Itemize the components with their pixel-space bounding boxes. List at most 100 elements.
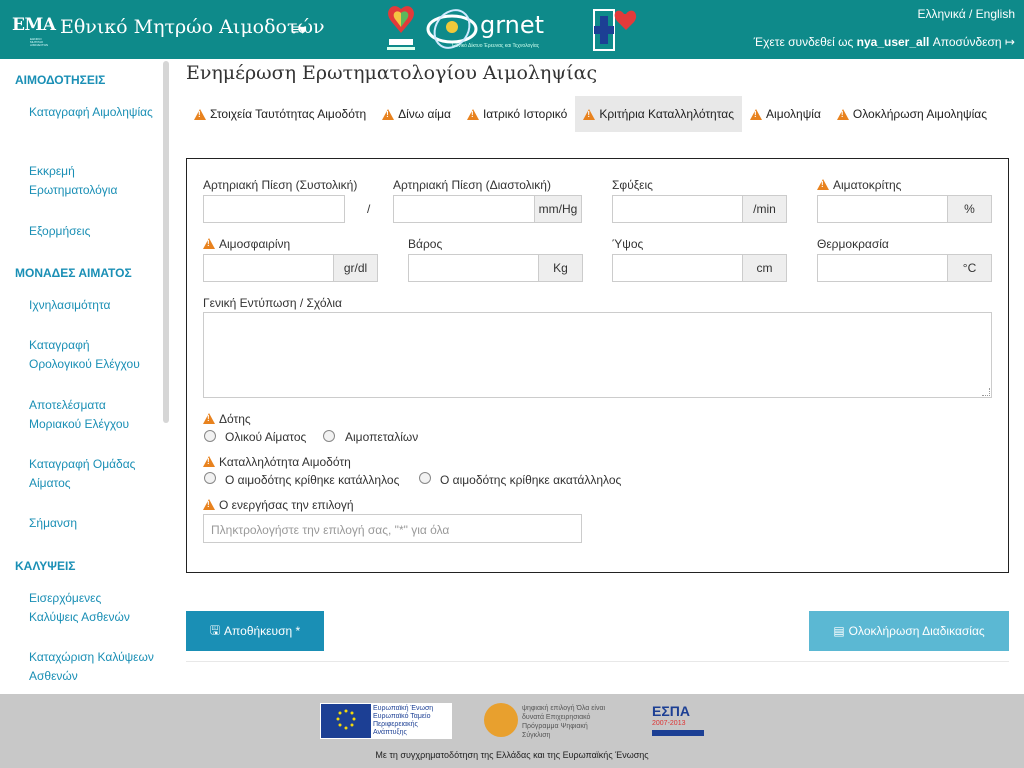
pulse-label: Σφύξεις [612,178,653,192]
tab-give-blood[interactable]: Δίνω αίμα [374,96,459,132]
eu-logo: Ευρωπαϊκή Ένωση Ευρωπαϊκό Ταμείο Περιφερ… [320,703,452,739]
complete-process-button[interactable]: ▤ Ολοκλήρωση Διαδικασίας [809,611,1009,651]
actor-select-input[interactable]: Πληκτρολογήστε την επιλογή σας, "*" για … [203,514,582,543]
username: nya_user_all [856,35,930,49]
digital-convergence-logo: ψηφιακή επιλογή Όλα είναι δυνατά Επιχειρ… [482,701,616,741]
menu-dropdown-icon[interactable]: ≡▾ [291,21,306,38]
warning-icon [750,108,763,120]
eu-text: Ευρωπαϊκή Ένωση Ευρωπαϊκό Ταμείο Περιφερ… [373,705,434,736]
comments-label: Γενική Εντύπωση / Σχόλια [203,296,342,310]
systolic-input[interactable] [203,195,345,223]
pulse-input[interactable] [612,195,743,223]
tab-label: Δίνω αίμα [398,107,451,121]
tab-eligibility-criteria[interactable]: Κριτήρια Καταλληλότητας [575,96,743,132]
donor-radio-platelets[interactable] [323,430,335,442]
page-title: Ενημέρωση Ερωτηματολογίου Αιμοληψίας [186,62,598,84]
logout-link[interactable]: Αποσύνδεση [933,35,1002,49]
donor-option-whole-blood[interactable]: Ολικού Αίματος [225,430,306,444]
hematocrit-label: Αιματοκρίτης [817,178,901,192]
ema-logo[interactable]: EMA ΕΘΝΙΚΟ ΜΗΤΡΩΟ ΑΙΜΟΔΟΤΩΝ [12,12,56,47]
warning-icon [203,238,215,249]
tab-blood-collection[interactable]: Αιμοληψία [742,96,829,132]
hemoglobin-label: Αιμοσφαιρίνη [203,237,290,251]
temperature-label: Θερμοκρασία [817,237,889,251]
divider [186,661,1009,662]
tab-donor-identity[interactable]: Στοιχεία Ταυτότητας Αιμοδότη [186,96,374,132]
eligibility-option-ineligible[interactable]: Ο αιμοδότης κρίθηκε ακατάλληλος [440,473,621,487]
tab-label: Αιμοληψία [766,107,821,121]
height-unit: cm [742,254,787,282]
comments-textarea[interactable] [203,312,992,398]
save-button-label: Αποθήκευση * [224,624,301,638]
sidebar-item-donation-record[interactable]: Καταγραφή Αιμοληψίας [29,103,154,122]
sidebar-item-pending-questionnaires[interactable]: Εκκρεμή Ερωτηματολόγια [29,162,154,200]
espa-bar [652,730,704,736]
tab-complete-collection[interactable]: Ολοκλήρωση Αιμοληψίας [829,96,995,132]
sidebar-item-labeling[interactable]: Σήμανση [29,514,154,533]
tab-label: Κριτήρια Καταλληλότητας [599,107,735,121]
warning-icon [382,108,395,120]
sidebar-item-campaigns[interactable]: Εξορμήσεις [29,222,154,241]
save-icon: 🖫 [209,622,221,637]
donor-radio-whole-blood[interactable] [204,430,216,442]
health-ministry-logo [593,9,637,51]
resize-handle-icon[interactable] [982,388,990,396]
diastolic-input[interactable] [393,195,535,223]
tab-medical-history[interactable]: Ιατρικό Ιστορικό [459,96,575,132]
sidebar-section-blood-units: ΜΟΝΑΔΕΣ ΑΙΜΑΤΟΣ [15,266,132,280]
temperature-unit: °C [947,254,992,282]
sidebar-item-traceability[interactable]: Ιχνηλασιμότητα [29,296,154,315]
sidebar-section-donations: ΑΙΜΟΔΟΤΗΣΕΙΣ [15,73,106,87]
sidebar-item-serology-record[interactable]: Καταγραφή Ορολογικού Ελέγχου [29,336,154,374]
espa-logo: ΕΣΠΑ 2007-2013 [646,703,706,739]
sidebar-item-register-coverage[interactable]: Καταχώριση Καλύψεων Ασθενών [29,648,154,686]
sidebar-item-molecular-results[interactable]: Αποτελέσματα Μοριακού Ελέγχου [29,396,154,434]
temperature-input[interactable] [817,254,948,282]
hematocrit-input[interactable] [817,195,948,223]
seea-partner-logo [387,6,415,50]
pressure-unit: mm/Hg [534,195,582,223]
weight-unit: Kg [538,254,583,282]
digital-text: ψηφιακή επιλογή Όλα είναι δυνατά Επιχειρ… [522,705,606,739]
weight-label: Βάρος [408,237,443,251]
eligibility-option-eligible[interactable]: Ο αιμοδότης κρίθηκε κατάλληλος [225,473,399,487]
donor-option-platelets[interactable]: Αιμοπεταλίων [345,430,418,444]
cofunding-text: Με τη συγχρηματοδότηση της Ελλάδας και τ… [375,750,649,760]
ema-logo-text: EMA [12,15,56,35]
user-prefix: Έχετε συνδεθεί ως [753,35,854,49]
sidebar: ΑΙΜΟΔΟΤΗΣΕΙΣ Καταγραφή Αιμοληψίας Εκκρεμ… [0,59,172,694]
warning-icon [836,108,849,120]
espa-text: ΕΣΠΑ [652,703,690,719]
ema-logo-subtext: ΕΘΝΙΚΟ ΜΗΤΡΩΟ ΑΙΜΟΔΟΤΩΝ [30,37,49,47]
hematocrit-unit: % [947,195,992,223]
actor-label: Ο ενεργήσας την επιλογή [203,498,354,512]
height-label: Ύψος [612,237,644,251]
tab-label: Στοιχεία Ταυτότητας Αιμοδότη [210,107,367,121]
digital-logo-icon [484,703,518,737]
height-input[interactable] [612,254,743,282]
tab-label: Ιατρικό Ιστορικό [482,107,568,121]
sidebar-item-incoming-coverage[interactable]: Εισερχόμενες Καλύψεις Ασθενών [29,589,154,627]
diastolic-label: Αρτηριακή Πίεση (Διαστολική) [393,178,551,192]
grnet-logo: grnet Εθνικό Δίκτυο Έρευνας και Τεχνολογ… [424,3,584,53]
sidebar-section-coverage: ΚΑΛΥΨΕΙΣ [15,559,76,573]
eligibility-label: Καταλληλότητα Αιμοδότη [203,455,351,469]
warning-icon [466,108,479,120]
donor-label: Δότης [203,412,251,426]
sidebar-scrollbar[interactable] [163,61,169,423]
eligibility-radio-ineligible[interactable] [419,472,431,484]
weight-input[interactable] [408,254,539,282]
systolic-label: Αρτηριακή Πίεση (Συστολική) [203,178,358,192]
espa-years: 2007-2013 [652,720,686,727]
site-title[interactable]: Εθνικό Μητρώο Αιμοδοτών [60,16,325,38]
save-button[interactable]: 🖫 Αποθήκευση * [186,611,324,651]
eligibility-radio-eligible[interactable] [204,472,216,484]
hemoglobin-input[interactable] [203,254,334,282]
logout-icon[interactable]: ↦ [1005,35,1015,49]
hemoglobin-unit: gr/dl [333,254,378,282]
language-switcher[interactable]: Ελληνικά / English [918,7,1016,21]
eligibility-form: Αρτηριακή Πίεση (Συστολική) / Αρτηριακή … [186,158,1009,573]
tab-label: Ολοκλήρωση Αιμοληψίας [852,107,987,121]
sidebar-item-blood-group-record[interactable]: Καταγραφή Ομάδας Αίματος [29,455,154,493]
complete-button-label: Ολοκλήρωση Διαδικασίας [848,624,985,638]
